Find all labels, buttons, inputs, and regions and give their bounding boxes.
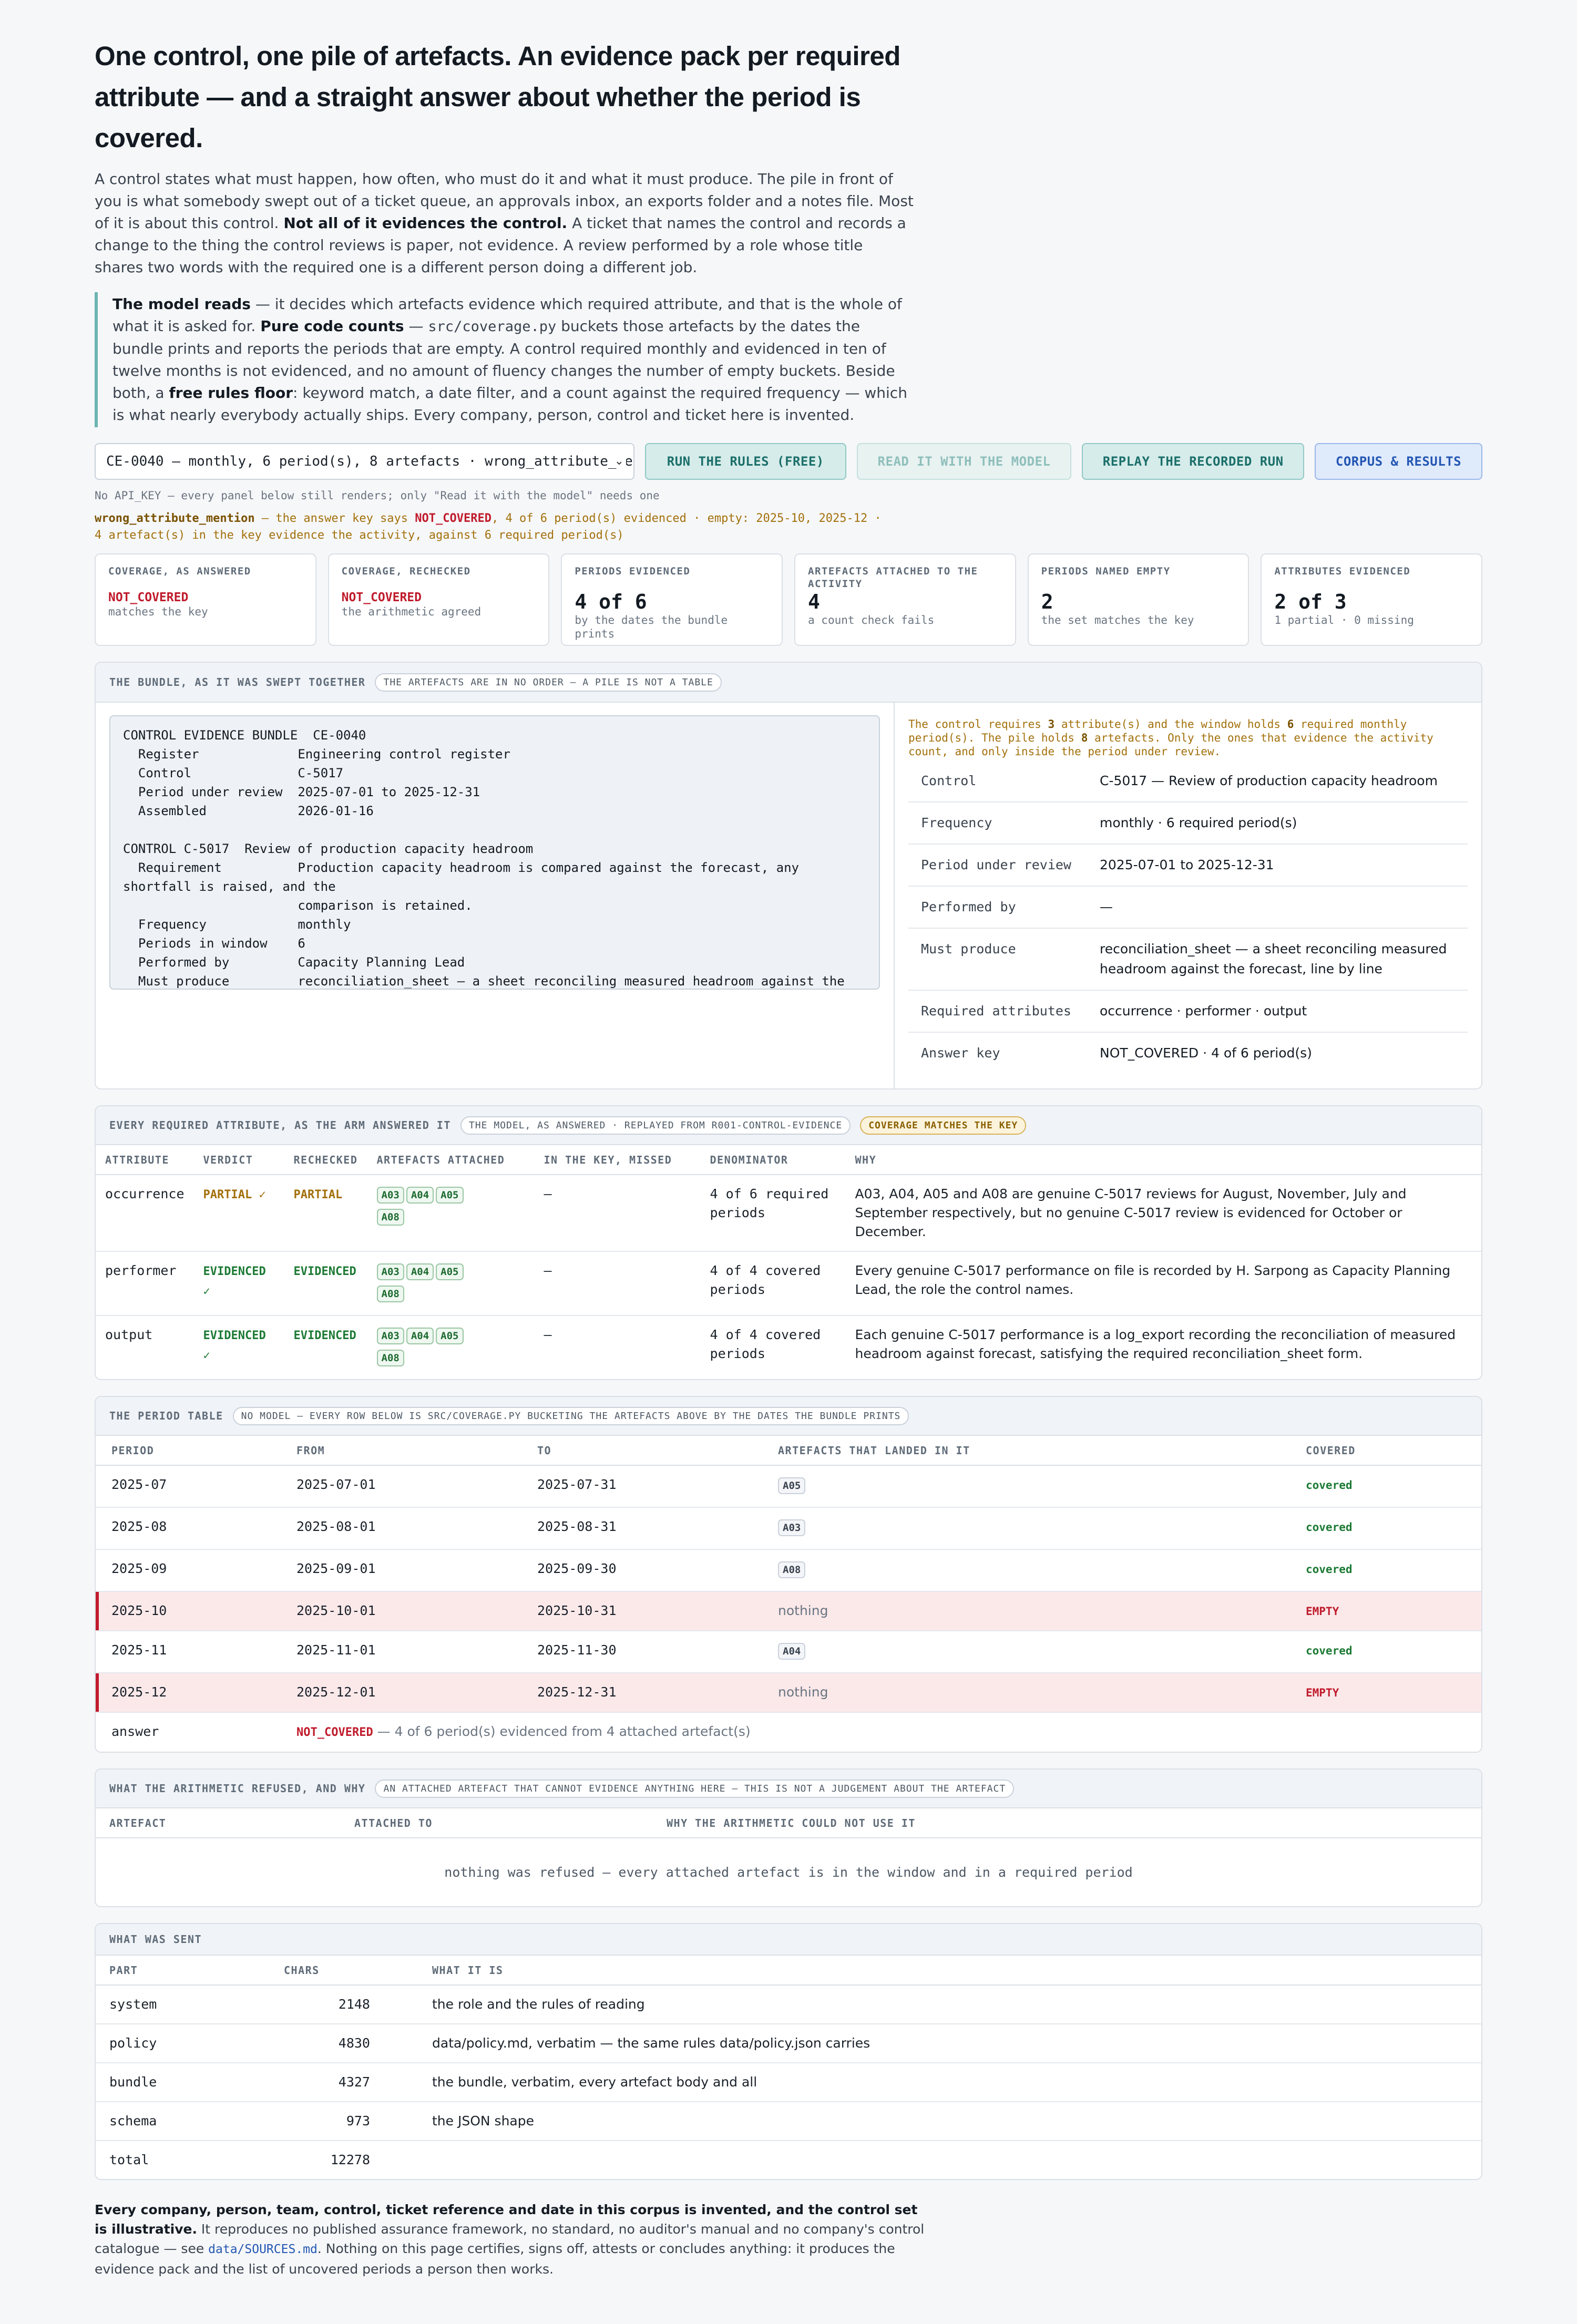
card-coverage-rechecked: COVERAGE, RECHECKED NOT_COVERED the arithm… bbox=[327, 553, 550, 646]
artefact-tag: A04 bbox=[406, 1187, 434, 1204]
artefact-tag: A05 bbox=[436, 1263, 464, 1280]
refused-panel-header: WHAT THE ARITHMETIC REFUSED, AND WHY AN A… bbox=[96, 1770, 1481, 1808]
table-row: system 2148 the role and the rules of read… bbox=[96, 1985, 1481, 2024]
bundle-summary-note: The control requires 3 attribute(s) and … bbox=[908, 718, 1433, 758]
table-row: performer EVIDENCED ✓ EVIDENCED A03 A04 A0… bbox=[96, 1251, 1481, 1316]
table-row: occurrence PARTIAL ✓ PARTIAL A03 A04 A05 A0… bbox=[96, 1175, 1481, 1252]
period-row-empty: 2025-10 2025-10-01 2025-10-31 nothing EMPTY bbox=[96, 1591, 1481, 1631]
page: One control, one pile of artefacts. An e… bbox=[95, 36, 1483, 2279]
fact-row: Period under review 2025-07-01 to 2025-12… bbox=[908, 845, 1468, 887]
artefact-tag: A04 bbox=[778, 1643, 806, 1660]
fact-row: Frequency monthly · 6 required period(s) bbox=[908, 803, 1468, 845]
attributes-table: ATTRIBUTE VERDICT RECHECKED ARTEFACTS AT… bbox=[96, 1145, 1481, 1379]
answer-row: answer NOT_COVERED — 4 of 6 period(s) evi… bbox=[111, 1724, 751, 1739]
api-key-note: No API_KEY — every panel below still ren… bbox=[95, 489, 660, 502]
fact-row: Required attributes occurrence · performe… bbox=[908, 991, 1468, 1033]
period-panel-header: THE PERIOD TABLE NO MODEL — EVERY ROW BEL… bbox=[96, 1397, 1481, 1436]
period-row-empty: 2025-12 2025-12-01 2025-12-31 nothing EMPTY bbox=[96, 1673, 1481, 1713]
period-panel: THE PERIOD TABLE NO MODEL — EVERY ROW BEL… bbox=[95, 1396, 1482, 1753]
period-row: 2025-09 2025-09-01 2025-09-30 A08 covered bbox=[96, 1549, 1481, 1592]
artefact-tag: A05 bbox=[436, 1328, 464, 1344]
sent-table: PART CHARS WHAT IT IS system 2148 the role… bbox=[96, 1956, 1481, 2179]
artefact-tag: A04 bbox=[406, 1328, 434, 1344]
control-facts: Control C-5017 — Review of production cap… bbox=[908, 760, 1468, 1074]
replay-run-button[interactable]: REPLAY THE RECORDED RUN bbox=[1082, 443, 1304, 480]
intro-paragraph: A control states what must happen, how o… bbox=[95, 170, 914, 276]
artefact-tag: A03 bbox=[376, 1263, 404, 1280]
artefact-tag: A05 bbox=[436, 1187, 464, 1204]
coverage-file-ref: src/coverage.py bbox=[428, 318, 557, 335]
refused-panel: WHAT THE ARITHMETIC REFUSED, AND WHY AN A… bbox=[95, 1768, 1482, 1907]
card-attributes-evidenced: ATTRIBUTES EVIDENCED 2 of 31 partial · 0 … bbox=[1261, 553, 1483, 646]
sources-link[interactable]: data/SOURCES.md bbox=[208, 2243, 318, 2256]
summary-cards: COVERAGE, AS ANSWERED NOT_COVERED matches … bbox=[95, 553, 1483, 646]
period-row: 2025-07 2025-07-01 2025-07-31 A05 covered bbox=[96, 1465, 1481, 1508]
method-callout: The model reads — it decides which artef… bbox=[95, 292, 915, 427]
bundle-textarea[interactable]: CONTROL EVIDENCE BUNDLE CE-0040 Register… bbox=[109, 715, 880, 990]
case-warning: wrong_attribute_mention — the answer key… bbox=[95, 512, 882, 542]
page-title: One control, one pile of artefacts. An e… bbox=[95, 41, 900, 153]
period-row: 2025-11 2025-11-01 2025-11-30 A04 covered bbox=[96, 1631, 1481, 1673]
artefact-tag: A03 bbox=[376, 1328, 404, 1344]
attributes-panel: EVERY REQUIRED ATTRIBUTE, AS THE ARM ANS… bbox=[95, 1105, 1482, 1380]
chevron-down-icon: ⌄ bbox=[612, 455, 626, 468]
period-table: PERIOD FROM TO ARTEFACTS THAT LANDED IN … bbox=[96, 1436, 1481, 1752]
read-with-model-button[interactable]: READ IT WITH THE MODEL bbox=[856, 443, 1072, 480]
sent-panel: WHAT WAS SENT PART CHARS WHAT IT IS syst… bbox=[95, 1923, 1482, 2180]
fact-row: Control C-5017 — Review of production cap… bbox=[908, 760, 1468, 803]
fact-row: Performed by — bbox=[908, 887, 1468, 929]
artefact-tag: A03 bbox=[778, 1519, 806, 1536]
fact-row: Must produce reconciliation_sheet — a she… bbox=[908, 929, 1468, 991]
refused-empty-message: nothing was refused — every attached art… bbox=[444, 1865, 1133, 1880]
artefact-tag: A08 bbox=[778, 1561, 806, 1578]
fact-row: Answer key NOT_COVERED · 4 of 6 period(s) bbox=[921, 1045, 1312, 1061]
coverage-match-badge: COVERAGE MATCHES THE KEY bbox=[860, 1116, 1027, 1135]
refused-table: ARTEFACT ATTACHED TO WHY THE ARITHMETIC … bbox=[96, 1808, 1481, 1838]
bundle-panel: THE BUNDLE, AS IT WAS SWEPT TOGETHER THE … bbox=[95, 662, 1482, 1089]
run-rules-button[interactable]: RUN THE RULES (FREE) bbox=[644, 443, 846, 480]
table-row: policy 4830 data/policy.md, verbatim — the… bbox=[96, 2024, 1481, 2063]
card-periods-empty: PERIODS NAMED EMPTY 2 the set matches the … bbox=[1027, 553, 1250, 646]
artefact-tag: A08 bbox=[376, 1209, 404, 1226]
footer-disclaimer: Every company, person, team, control, ti… bbox=[95, 2202, 925, 2277]
case-select[interactable]: CE-0040 — monthly, 6 period(s), 8 artefa… bbox=[95, 443, 634, 480]
card-periods-evidenced: PERIODS EVIDENCED 4 of 6 by the dates the … bbox=[561, 553, 783, 646]
total-row: total 12278 bbox=[109, 2152, 370, 2167]
table-row: output EVIDENCED ✓ EVIDENCED A03 A04 A05 A0… bbox=[96, 1315, 1481, 1379]
artefact-tag: A04 bbox=[406, 1263, 434, 1280]
artefact-tag: A08 bbox=[376, 1286, 404, 1302]
corpus-results-button[interactable]: CORPUS & RESULTS bbox=[1315, 443, 1482, 480]
table-row: schema 973 the JSON shape bbox=[96, 2102, 1481, 2141]
attributes-panel-header: EVERY REQUIRED ATTRIBUTE, AS THE ARM ANS… bbox=[96, 1106, 1481, 1145]
card-coverage-answered: COVERAGE, AS ANSWERED NOT_COVERED matches … bbox=[95, 553, 316, 646]
period-row: 2025-08 2025-08-01 2025-08-31 A03 covered bbox=[96, 1507, 1481, 1550]
table-row: bundle 4327 the bundle, verbatim, every ar… bbox=[96, 2063, 1481, 2102]
sent-panel-header: WHAT WAS SENT bbox=[96, 1924, 1481, 1956]
bundle-panel-header: THE BUNDLE, AS IT WAS SWEPT TOGETHER THE … bbox=[96, 663, 1481, 703]
control-bar: CE-0040 — monthly, 6 period(s), 8 artefa… bbox=[95, 443, 1482, 480]
artefact-tag: A03 bbox=[376, 1187, 404, 1204]
artefact-tag: A08 bbox=[376, 1350, 404, 1366]
artefact-tag: A05 bbox=[778, 1477, 806, 1494]
card-artefacts-attached: ARTEFACTS ATTACHED TO THE ACTIVITY 4 a cou… bbox=[794, 553, 1016, 646]
